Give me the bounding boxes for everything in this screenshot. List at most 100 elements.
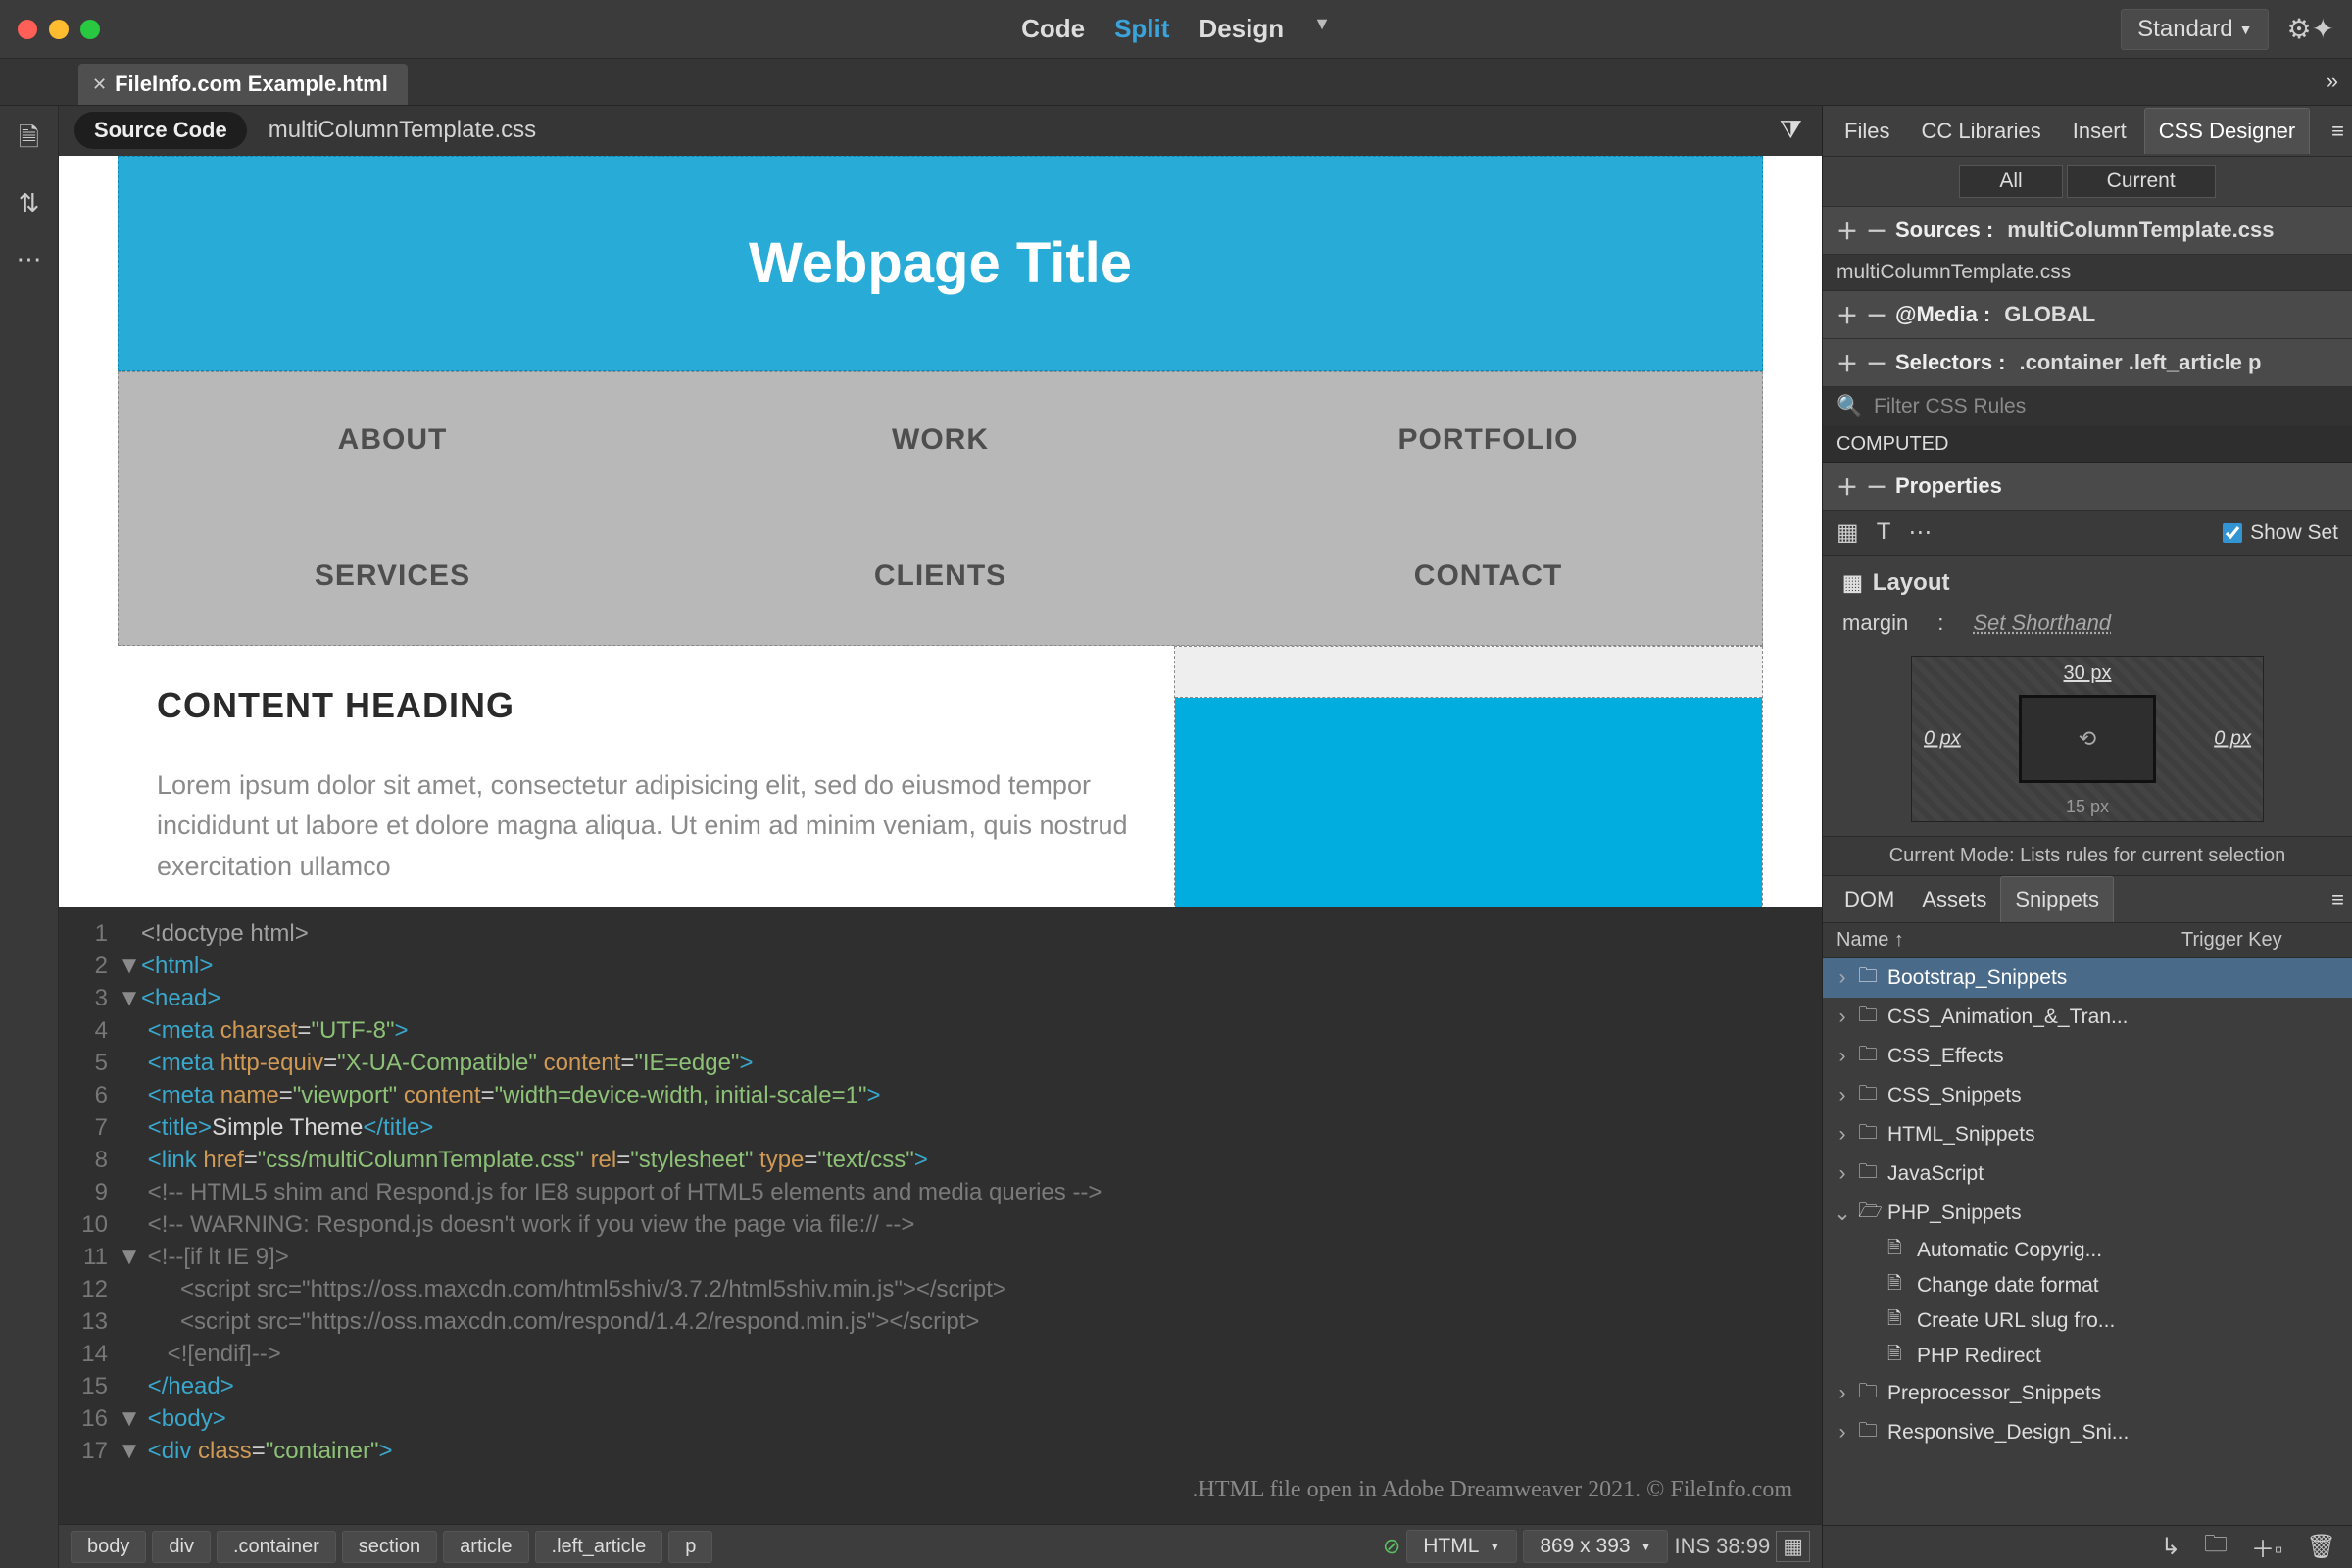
add-icon[interactable]: ＋ <box>1837 299 1852 330</box>
properties-accordion[interactable]: ＋ － Properties <box>1823 463 2352 511</box>
remove-icon[interactable]: － <box>1866 347 1882 378</box>
workspace-dropdown[interactable]: Standard ▼ <box>2121 9 2269 50</box>
col-name[interactable]: Name ↑ <box>1837 929 2181 952</box>
snippet-file[interactable]: 🗎Change date format <box>1823 1268 2352 1303</box>
link-values-icon[interactable]: ⟲ <box>2019 695 2156 783</box>
code-line[interactable]: 2▼<html> <box>59 950 1822 982</box>
box-model-widget[interactable]: 30 px 0 px 0 px 15 px ⟲ <box>1911 656 2264 822</box>
preview-nav-item[interactable]: CONTACT <box>1214 509 1762 645</box>
status-ok-icon[interactable]: ⊘ <box>1383 1534 1400 1559</box>
breadcrumb-item[interactable]: div <box>152 1531 211 1563</box>
code-line[interactable]: 15 </head> <box>59 1370 1822 1402</box>
live-preview-icon[interactable]: ▦ <box>1776 1531 1810 1562</box>
panel-tab[interactable]: Assets <box>1908 877 2000 922</box>
code-line[interactable]: 17▼ <div class="container"> <box>59 1435 1822 1467</box>
snippet-folder[interactable]: ›🗀Responsive_Design_Sni... <box>1823 1413 2352 1452</box>
view-design[interactable]: Design <box>1199 14 1284 44</box>
new-snippet-icon[interactable]: ＋▫ <box>2251 1530 2283 1564</box>
related-file[interactable]: multiColumnTemplate.css <box>269 117 536 144</box>
filter-all[interactable]: All <box>1959 165 2062 198</box>
show-set-checkbox[interactable] <box>2223 523 2242 543</box>
code-line[interactable]: 3▼<head> <box>59 982 1822 1014</box>
media-accordion[interactable]: ＋ － @Media : GLOBAL <box>1823 291 2352 339</box>
sources-item[interactable]: multiColumnTemplate.css <box>1823 255 2352 291</box>
snippet-folder[interactable]: ⌄🗁PHP_Snippets <box>1823 1194 2352 1233</box>
code-line[interactable]: 13 <script src="https://oss.maxcdn.com/r… <box>59 1305 1822 1338</box>
file-icon[interactable]: 🗎 <box>19 120 39 163</box>
sources-accordion[interactable]: ＋ － Sources : multiColumnTemplate.css <box>1823 207 2352 255</box>
dimensions-select[interactable]: 869 x 393▼ <box>1523 1530 1668 1563</box>
text-category-icon[interactable]: T <box>1877 518 1891 547</box>
code-line[interactable]: 14 <![endif]--> <box>59 1338 1822 1370</box>
preview-nav-item[interactable]: ABOUT <box>119 372 666 509</box>
selectors-accordion[interactable]: ＋ － Selectors : .container .left_article… <box>1823 339 2352 387</box>
col-trigger[interactable]: Trigger Key <box>2181 929 2338 952</box>
preview-nav-item[interactable]: CLIENTS <box>666 509 1214 645</box>
computed-header[interactable]: COMPUTED <box>1823 427 2352 463</box>
breadcrumb-item[interactable]: .left_article <box>535 1531 663 1563</box>
breadcrumb-item[interactable]: p <box>668 1531 712 1563</box>
view-code[interactable]: Code <box>1021 14 1085 44</box>
preview-nav-item[interactable]: SERVICES <box>119 509 666 645</box>
code-line[interactable]: 9 <!-- HTML5 shim and Respond.js for IE8… <box>59 1176 1822 1208</box>
code-view[interactable]: 1<!doctype html>2▼<html>3▼<head>4 <meta … <box>59 907 1822 1524</box>
code-line[interactable]: 1<!doctype html> <box>59 917 1822 950</box>
snippet-file[interactable]: 🗎Automatic Copyrig... <box>1823 1233 2352 1268</box>
breadcrumb-item[interactable]: body <box>71 1531 146 1563</box>
snippet-folder[interactable]: ›🗀Preprocessor_Snippets <box>1823 1374 2352 1413</box>
add-icon[interactable]: ＋ <box>1837 347 1852 378</box>
insert-snippet-icon[interactable]: ↳ <box>2161 1533 2180 1561</box>
code-line[interactable]: 5 <meta http-equiv="X-UA-Compatible" con… <box>59 1047 1822 1079</box>
remove-icon[interactable]: － <box>1866 215 1882 246</box>
snippets-tree[interactable]: ›🗀Bootstrap_Snippets›🗀CSS_Animation_&_Tr… <box>1823 958 2352 1525</box>
code-line[interactable]: 16▼ <body> <box>59 1402 1822 1435</box>
breadcrumb-item[interactable]: article <box>443 1531 528 1563</box>
remove-icon[interactable]: － <box>1866 299 1882 330</box>
add-icon[interactable]: ＋ <box>1837 215 1852 246</box>
filter-current[interactable]: Current <box>2067 165 2216 198</box>
code-line[interactable]: 4 <meta charset="UTF-8"> <box>59 1014 1822 1047</box>
panel-tab[interactable]: Snippets <box>2000 876 2114 922</box>
snippet-folder[interactable]: ›🗀CSS_Effects <box>1823 1037 2352 1076</box>
new-snippet-folder-icon[interactable]: 🗀 <box>2204 1527 2228 1567</box>
snippet-file[interactable]: 🗎PHP Redirect <box>1823 1339 2352 1374</box>
more-icon[interactable]: ⋯ <box>17 244 42 274</box>
snippet-folder[interactable]: ›🗀HTML_Snippets <box>1823 1115 2352 1154</box>
panel-menu-icon[interactable]: ≡ <box>2331 887 2344 912</box>
tab-overflow-icon[interactable]: » <box>2327 69 2338 94</box>
margin-right-value[interactable]: 0 px <box>2214 728 2251 751</box>
code-line[interactable]: 8 <link href="css/multiColumnTemplate.cs… <box>59 1144 1822 1176</box>
more-category-icon[interactable]: ⋯ <box>1908 518 1932 547</box>
snippet-folder[interactable]: ›🗀CSS_Animation_&_Tran... <box>1823 998 2352 1037</box>
breadcrumb-item[interactable]: .container <box>217 1531 336 1563</box>
panel-tab[interactable]: Insert <box>2059 109 2140 154</box>
maximize-icon[interactable] <box>80 20 100 39</box>
manage-sites-icon[interactable]: ⇅ <box>19 188 40 219</box>
panel-menu-icon[interactable]: ≡ <box>2331 119 2344 144</box>
panel-tab[interactable]: CC Libraries <box>1907 109 2054 154</box>
source-code-pill[interactable]: Source Code <box>74 112 247 149</box>
preview-nav-item[interactable]: PORTFOLIO <box>1214 372 1762 509</box>
panel-tab[interactable]: CSS Designer <box>2144 108 2310 154</box>
minimize-icon[interactable] <box>49 20 69 39</box>
code-line[interactable]: 7 <title>Simple Theme</title> <box>59 1111 1822 1144</box>
snippet-folder[interactable]: ›🗀JavaScript <box>1823 1154 2352 1194</box>
code-line[interactable]: 11▼ <!--[if lt IE 9]> <box>59 1241 1822 1273</box>
document-tab[interactable]: ✕ FileInfo.com Example.html <box>78 64 408 105</box>
snippet-folder[interactable]: ›🗀Bootstrap_Snippets <box>1823 958 2352 998</box>
set-shorthand[interactable]: Set Shorthand <box>1973 611 2111 636</box>
breadcrumb-item[interactable]: section <box>342 1531 437 1563</box>
code-line[interactable]: 12 <script src="https://oss.maxcdn.com/h… <box>59 1273 1822 1305</box>
snippet-file[interactable]: 🗎Create URL slug fro... <box>1823 1303 2352 1339</box>
preview-nav-item[interactable]: WORK <box>666 372 1214 509</box>
snippet-folder[interactable]: ›🗀CSS_Snippets <box>1823 1076 2352 1115</box>
live-preview[interactable]: Webpage Title ABOUTWORKPORTFOLIOSERVICES… <box>59 156 1822 907</box>
filter-css-input[interactable]: 🔍 Filter CSS Rules <box>1823 387 2352 427</box>
view-dropdown-icon[interactable]: ▼ <box>1313 14 1331 44</box>
sync-settings-icon[interactable]: ⚙✦ <box>2286 13 2334 45</box>
close-tab-icon[interactable]: ✕ <box>92 74 107 95</box>
panel-tab[interactable]: DOM <box>1831 877 1908 922</box>
layout-category-icon[interactable]: ▦ <box>1837 518 1859 547</box>
remove-icon[interactable]: － <box>1866 470 1882 502</box>
panel-tab[interactable]: Files <box>1831 109 1903 154</box>
